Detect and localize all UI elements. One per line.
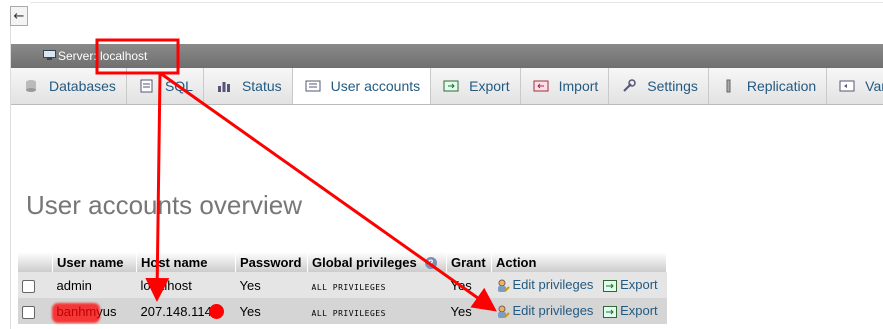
export-icon: [603, 279, 618, 292]
tab-label: Settings: [647, 78, 698, 94]
cell-grant: Yes: [446, 298, 492, 324]
database-icon: [26, 80, 36, 92]
row-checkbox[interactable]: [22, 305, 35, 319]
tab-label: SQL: [164, 78, 193, 94]
cell-password: Yes: [235, 298, 308, 324]
cell-password: Yes: [235, 272, 308, 298]
settings-icon: [623, 79, 637, 92]
export-label: Export: [620, 303, 658, 319]
cell-privileges: ALL PRIVILEGES: [307, 272, 447, 298]
redaction-dot: [209, 304, 224, 319]
tab-sql[interactable]: SQL: [127, 68, 204, 104]
column-header-label: Global privileges: [312, 254, 417, 270]
select-column-header: [18, 252, 53, 272]
tab-export[interactable]: Export: [431, 68, 521, 104]
tab-import[interactable]: Import: [521, 68, 610, 104]
export-icon: [603, 305, 618, 318]
back-button[interactable]: ←: [10, 6, 28, 26]
row-select-cell: [18, 272, 53, 298]
edit-privileges-link[interactable]: Edit privileges: [496, 303, 598, 318]
cell-privileges: ALL PRIVILEGES: [307, 298, 447, 324]
tab-label: Status: [241, 78, 282, 94]
tab-label: User accounts: [330, 78, 421, 94]
cell-action: Edit privileges Export: [491, 272, 667, 298]
table-row: admin localhost Yes ALL PRIVILEGES Yes E…: [18, 272, 667, 298]
server-icon: [43, 50, 56, 60]
cell-host: localhost: [136, 272, 236, 298]
top-divider: [30, 2, 883, 3]
variables-icon: [839, 80, 855, 92]
status-icon: [217, 82, 230, 92]
export-label: Export: [620, 277, 658, 293]
help-icon[interactable]: ?: [424, 257, 437, 270]
column-header-global-privileges[interactable]: Global privileges?: [307, 252, 447, 272]
edit-privileges-link[interactable]: Edit privileges: [496, 277, 598, 292]
tab-databases[interactable]: Databases: [11, 68, 127, 104]
cell-user: admin: [52, 272, 137, 298]
tab-replication[interactable]: Replication: [709, 68, 828, 104]
server-link[interactable]: Server: localhost: [58, 49, 147, 63]
tab-label: Import: [558, 78, 599, 94]
privileges-text: ALL PRIVILEGES: [311, 308, 386, 318]
privileges-text: ALL PRIVILEGES: [311, 282, 386, 292]
top-menu-tabs: Databases SQL Status User accounts Expor…: [11, 68, 883, 105]
sql-icon: [140, 79, 153, 93]
column-header-action: Action: [491, 252, 667, 272]
row-checkbox[interactable]: [22, 279, 35, 293]
tab-user-accounts[interactable]: User accounts: [292, 68, 432, 104]
tab-settings[interactable]: Settings: [609, 68, 709, 104]
redaction-scribble: [52, 303, 100, 323]
column-header-password[interactable]: Password: [235, 252, 308, 272]
column-header-grant[interactable]: Grant: [446, 252, 492, 272]
server-breadcrumb-bar: Server: localhost: [11, 44, 883, 68]
cell-grant: Yes: [446, 272, 492, 298]
edit-privileges-label: Edit privileges: [512, 303, 594, 319]
column-header-host[interactable]: Host name: [136, 252, 236, 272]
tab-variables[interactable]: Vari: [827, 68, 883, 104]
replication-icon: [726, 79, 731, 93]
import-icon: [533, 80, 549, 92]
edit-privileges-icon: [497, 305, 510, 318]
table-header-row: User name Host name Password Global priv…: [18, 252, 667, 272]
tab-status[interactable]: Status: [204, 68, 293, 104]
edit-privileges-icon: [497, 279, 510, 292]
row-select-cell: [18, 298, 53, 324]
export-link[interactable]: Export: [597, 303, 658, 318]
cell-action: Edit privileges Export: [491, 298, 667, 324]
export-link[interactable]: Export: [597, 277, 658, 292]
page-title: User accounts overview: [26, 190, 302, 220]
tab-label: Databases: [49, 78, 116, 94]
user-accounts-icon: [305, 80, 321, 92]
table-row: banhmyus 207.148.114. Yes ALL PRIVILEGES…: [18, 298, 667, 324]
user-accounts-table: User name Host name Password Global priv…: [18, 252, 667, 324]
tab-label: Replication: [746, 78, 817, 94]
tab-label: Vari: [865, 78, 883, 94]
export-icon: [443, 80, 459, 92]
tab-label: Export: [469, 78, 510, 94]
edit-privileges-label: Edit privileges: [512, 277, 594, 293]
column-header-user[interactable]: User name: [52, 252, 137, 272]
